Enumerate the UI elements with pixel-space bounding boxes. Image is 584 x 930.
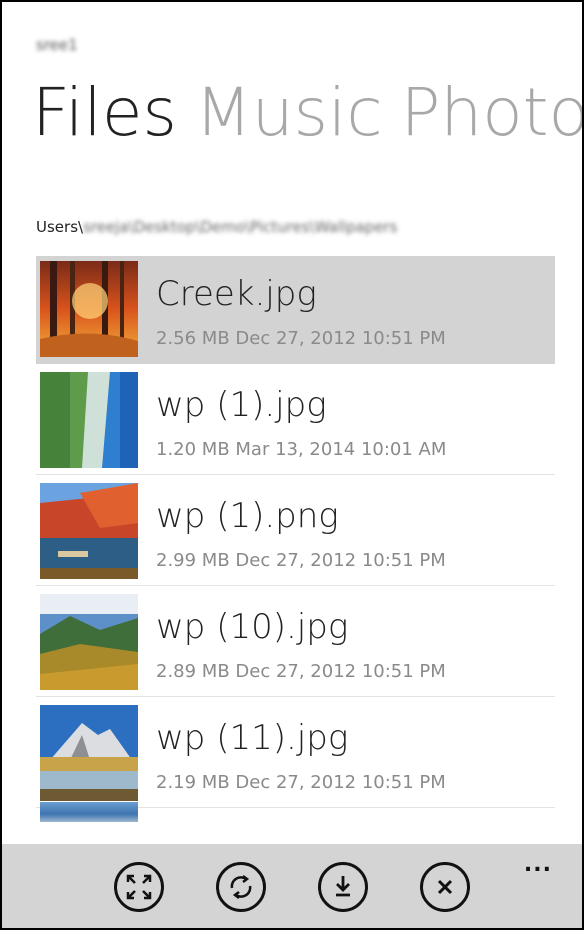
download-button[interactable]: [318, 862, 368, 912]
app-window: sree1 FilesMusicPhotos Users\sreeja\Desk…: [0, 0, 584, 930]
cancel-button[interactable]: [420, 862, 470, 912]
breadcrumb: Users\sreeja\Desktop\Demo\Pictures\Wallp…: [36, 218, 397, 236]
file-list: Creek.jpg 2.56 MB Dec 27, 2012 10:51 PM …: [36, 256, 555, 811]
file-meta: 2.19 MB Dec 27, 2012 10:51 PM: [156, 772, 446, 793]
pivot-header: FilesMusicPhotos: [32, 80, 582, 146]
file-name: wp (1).png: [156, 496, 339, 536]
file-meta: 2.99 MB Dec 27, 2012 10:51 PM: [156, 550, 446, 571]
tab-photos[interactable]: Photos: [401, 74, 582, 151]
wp1-jpg-thumbnail: [40, 372, 138, 468]
close-icon: [437, 879, 453, 895]
file-name: wp (11).jpg: [156, 718, 349, 758]
tab-files[interactable]: Files: [32, 74, 177, 151]
list-item[interactable]: wp (1).png 2.99 MB Dec 27, 2012 10:51 PM: [36, 478, 555, 586]
tab-music[interactable]: Music: [195, 74, 383, 151]
download-icon: [336, 876, 350, 897]
wp10-thumbnail: [40, 594, 138, 690]
creek-thumbnail: [40, 261, 138, 357]
sync-button[interactable]: [216, 862, 266, 912]
file-meta: 2.89 MB Dec 27, 2012 10:51 PM: [156, 661, 446, 682]
path-obscured: sreeja\Desktop\Demo\Pictures\Wallpapers: [83, 218, 398, 236]
sync-icon: [230, 875, 252, 899]
file-name: wp (10).jpg: [156, 607, 349, 647]
list-item[interactable]: wp (10).jpg 2.89 MB Dec 27, 2012 10:51 P…: [36, 589, 555, 697]
wp1-png-thumbnail: [40, 483, 138, 579]
path-visible: Users\: [36, 218, 84, 236]
file-meta: 1.20 MB Mar 13, 2014 10:01 AM: [156, 439, 447, 460]
file-name: Creek.jpg: [156, 274, 317, 314]
file-meta: 2.56 MB Dec 27, 2012 10:51 PM: [156, 328, 446, 349]
list-item[interactable]: wp (1).jpg 1.20 MB Mar 13, 2014 10:01 AM: [36, 367, 555, 475]
fullscreen-icon: [126, 874, 152, 900]
next-item-thumbnail: [40, 802, 138, 822]
wp11-thumbnail: [40, 705, 138, 801]
account-name: sree1: [36, 36, 78, 54]
app-bar: ...: [2, 844, 582, 928]
list-item[interactable]: wp (11).jpg 2.19 MB Dec 27, 2012 10:51 P…: [36, 700, 555, 808]
more-options-button[interactable]: ...: [524, 852, 552, 877]
file-name: wp (1).jpg: [156, 385, 327, 425]
list-item[interactable]: Creek.jpg 2.56 MB Dec 27, 2012 10:51 PM: [36, 256, 555, 364]
fullscreen-button[interactable]: [114, 862, 164, 912]
